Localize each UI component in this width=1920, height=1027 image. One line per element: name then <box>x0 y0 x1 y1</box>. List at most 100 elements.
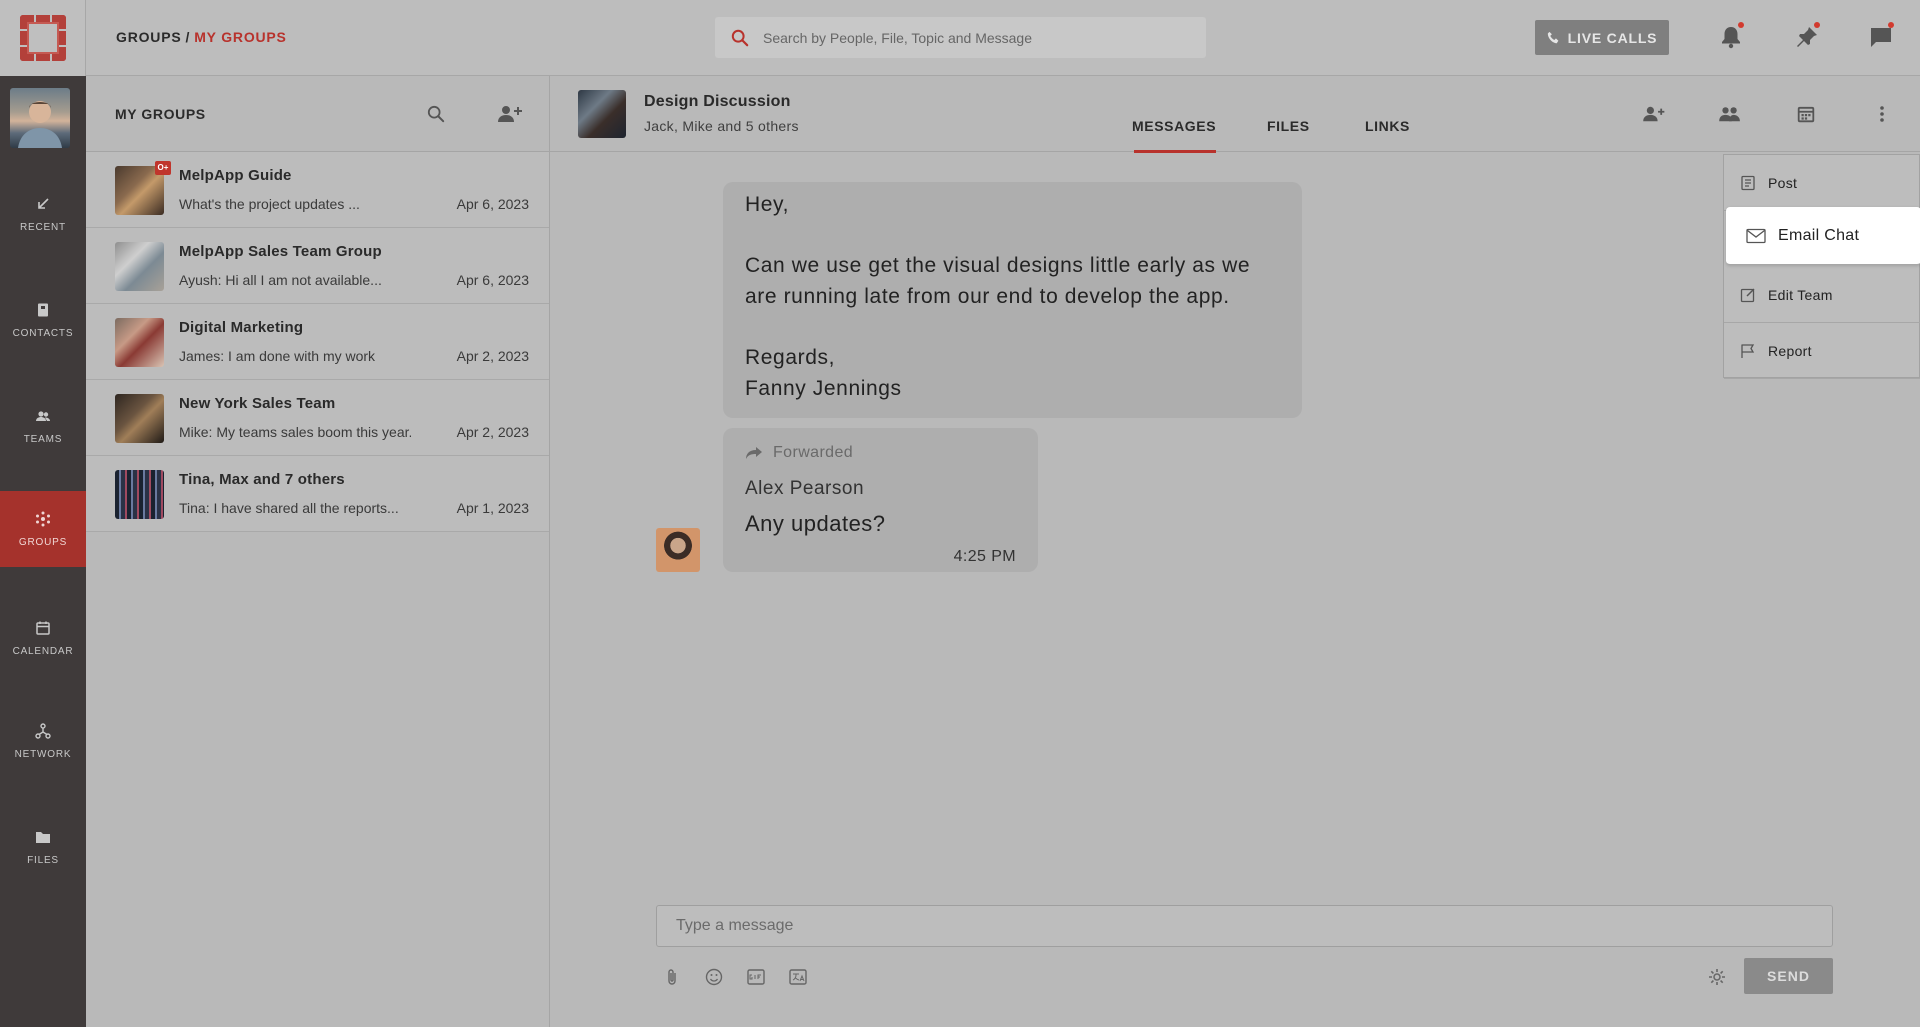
forwarded-label: Forwarded <box>745 444 853 462</box>
nav-label: CONTACTS <box>12 327 74 339</box>
message-timestamp: 4:25 PM <box>953 548 1016 565</box>
forwarded-message-bubble[interactable]: Forwarded Alex Pearson Any updates? 4:25… <box>723 428 1038 572</box>
attach-button[interactable] <box>660 965 684 989</box>
menu-item-post[interactable]: Post <box>1724 155 1920 211</box>
nav-calendar[interactable]: CALENDAR <box>0 600 86 676</box>
left-navigation: RECENT CONTACTS TEAMS GROUPS CALENDAR NE… <box>0 76 86 1027</box>
add-group-member-button[interactable] <box>497 101 523 127</box>
nav-contacts[interactable]: CONTACTS <box>0 282 86 358</box>
tab-messages[interactable]: MESSAGES <box>1132 118 1217 153</box>
notifications-button[interactable] <box>1716 22 1746 52</box>
menu-item-label: Post <box>1768 174 1798 191</box>
message-composer[interactable] <box>656 905 1833 947</box>
chat-members[interactable]: Jack, Mike and 5 others <box>644 118 799 134</box>
nav-label: RECENT <box>20 221 66 233</box>
live-calls-button[interactable]: LIVE CALLS <box>1535 20 1669 55</box>
pin-dot <box>1814 22 1820 28</box>
nav-label: FILES <box>27 854 59 866</box>
group-row[interactable]: MelpApp Sales Team Group Ayush: Hi all I… <box>86 228 549 304</box>
group-date: Apr 6, 2023 <box>456 272 529 288</box>
group-preview: Ayush: Hi all I am not available... <box>179 272 382 288</box>
team-members-button[interactable] <box>1716 100 1744 128</box>
menu-item-label: Edit Team <box>1768 286 1833 303</box>
nav-label: TEAMS <box>23 433 63 445</box>
nav-recent[interactable]: RECENT <box>0 176 86 252</box>
search-icon <box>427 105 445 123</box>
more-options-button[interactable] <box>1868 100 1896 128</box>
chat-pane: Design Discussion Jack, Mike and 5 other… <box>550 76 1920 1027</box>
group-date: Apr 1, 2023 <box>456 500 529 516</box>
group-row[interactable]: Digital Marketing James: I am done with … <box>86 304 549 380</box>
search-groups-button[interactable] <box>423 101 449 127</box>
nav-groups[interactable]: GROUPS <box>0 491 86 567</box>
app-logo-box[interactable] <box>0 0 86 76</box>
user-avatar[interactable] <box>10 88 70 148</box>
paperclip-icon <box>668 969 676 985</box>
gear-icon <box>1709 969 1725 985</box>
sender-avatar[interactable] <box>656 528 700 572</box>
group-row[interactable]: New York Sales Team Mike: My teams sales… <box>86 380 549 456</box>
translate-button[interactable] <box>786 965 810 989</box>
recent-arrow-icon <box>38 197 49 209</box>
add-member-button[interactable] <box>1640 100 1668 128</box>
group-thumbnail <box>115 394 164 443</box>
group-preview: Tina: I have shared all the reports... <box>179 500 399 516</box>
contacts-book-icon <box>38 303 48 316</box>
group-preview: James: I am done with my work <box>179 348 376 364</box>
messages-button[interactable] <box>1866 22 1896 52</box>
pinned-button[interactable] <box>1792 22 1822 52</box>
group-name: New York Sales Team <box>179 395 336 412</box>
groups-list-header: MY GROUPS <box>86 76 549 152</box>
search-input[interactable] <box>763 29 1183 46</box>
message-input[interactable] <box>657 906 1832 946</box>
breadcrumb: GROUPS / MY GROUPS <box>116 29 287 45</box>
emoji-icon <box>705 968 723 986</box>
group-preview: What's the project updates ... <box>179 196 360 212</box>
group-badge: O+ <box>155 161 171 175</box>
global-search[interactable] <box>715 17 1206 58</box>
more-vertical-icon <box>1880 106 1884 122</box>
forwarded-author: Alex Pearson <box>745 478 865 499</box>
nav-files[interactable]: FILES <box>0 809 86 885</box>
nav-network[interactable]: NETWORK <box>0 703 86 779</box>
team-icon <box>1719 107 1740 122</box>
nav-label: NETWORK <box>14 748 72 760</box>
group-row[interactable]: O+ MelpApp Guide What's the project upda… <box>86 152 549 228</box>
teams-people-icon <box>36 410 50 421</box>
menu-item-email-chat[interactable]: Email Chat <box>1726 207 1920 265</box>
group-row[interactable]: Tina, Max and 7 others Tina: I have shar… <box>86 456 549 532</box>
schedule-button[interactable] <box>1792 100 1820 128</box>
forwarded-message-text: Any updates? <box>745 511 886 536</box>
menu-item-edit-team[interactable]: Edit Team <box>1724 267 1920 323</box>
live-calls-label: LIVE CALLS <box>1567 29 1658 46</box>
options-menu: Post Email Chat Edit Team Report <box>1723 154 1920 379</box>
composer-settings-button[interactable] <box>1705 965 1729 989</box>
bell-icon <box>1722 27 1740 49</box>
chat-header: Design Discussion Jack, Mike and 5 other… <box>550 76 1920 153</box>
calendar-icon <box>1797 106 1815 123</box>
tab-links[interactable]: LINKS <box>1365 118 1410 152</box>
menu-item-report[interactable]: Report <box>1724 323 1920 379</box>
menu-item-label: Email Chat <box>1778 226 1860 244</box>
breadcrumb-root[interactable]: GROUPS <box>116 29 181 45</box>
tab-files[interactable]: FILES <box>1267 118 1310 152</box>
group-name: Digital Marketing <box>179 319 304 336</box>
forwarded-text: Forwarded <box>773 444 854 461</box>
mail-icon <box>1746 228 1766 243</box>
emoji-button[interactable] <box>702 965 726 989</box>
group-preview: Mike: My teams sales boom this year. <box>179 424 411 440</box>
group-date: Apr 2, 2023 <box>456 348 529 364</box>
phone-icon <box>1547 31 1559 44</box>
app-logo <box>19 15 66 61</box>
nav-teams[interactable]: TEAMS <box>0 388 86 464</box>
flag-icon <box>1741 343 1755 358</box>
message-bubble[interactable]: Hey, Can we use get the visual designs l… <box>723 182 1302 418</box>
gif-icon <box>747 969 765 985</box>
gif-button[interactable] <box>744 965 768 989</box>
send-button[interactable]: SEND <box>1744 958 1833 994</box>
top-bar: GROUPS/MY GROUPS LIVE CALLS <box>0 0 1920 76</box>
post-icon <box>1741 175 1755 190</box>
chat-group-avatar[interactable] <box>578 90 626 138</box>
chat-title: Design Discussion <box>644 93 791 110</box>
group-thumbnail <box>115 470 164 519</box>
